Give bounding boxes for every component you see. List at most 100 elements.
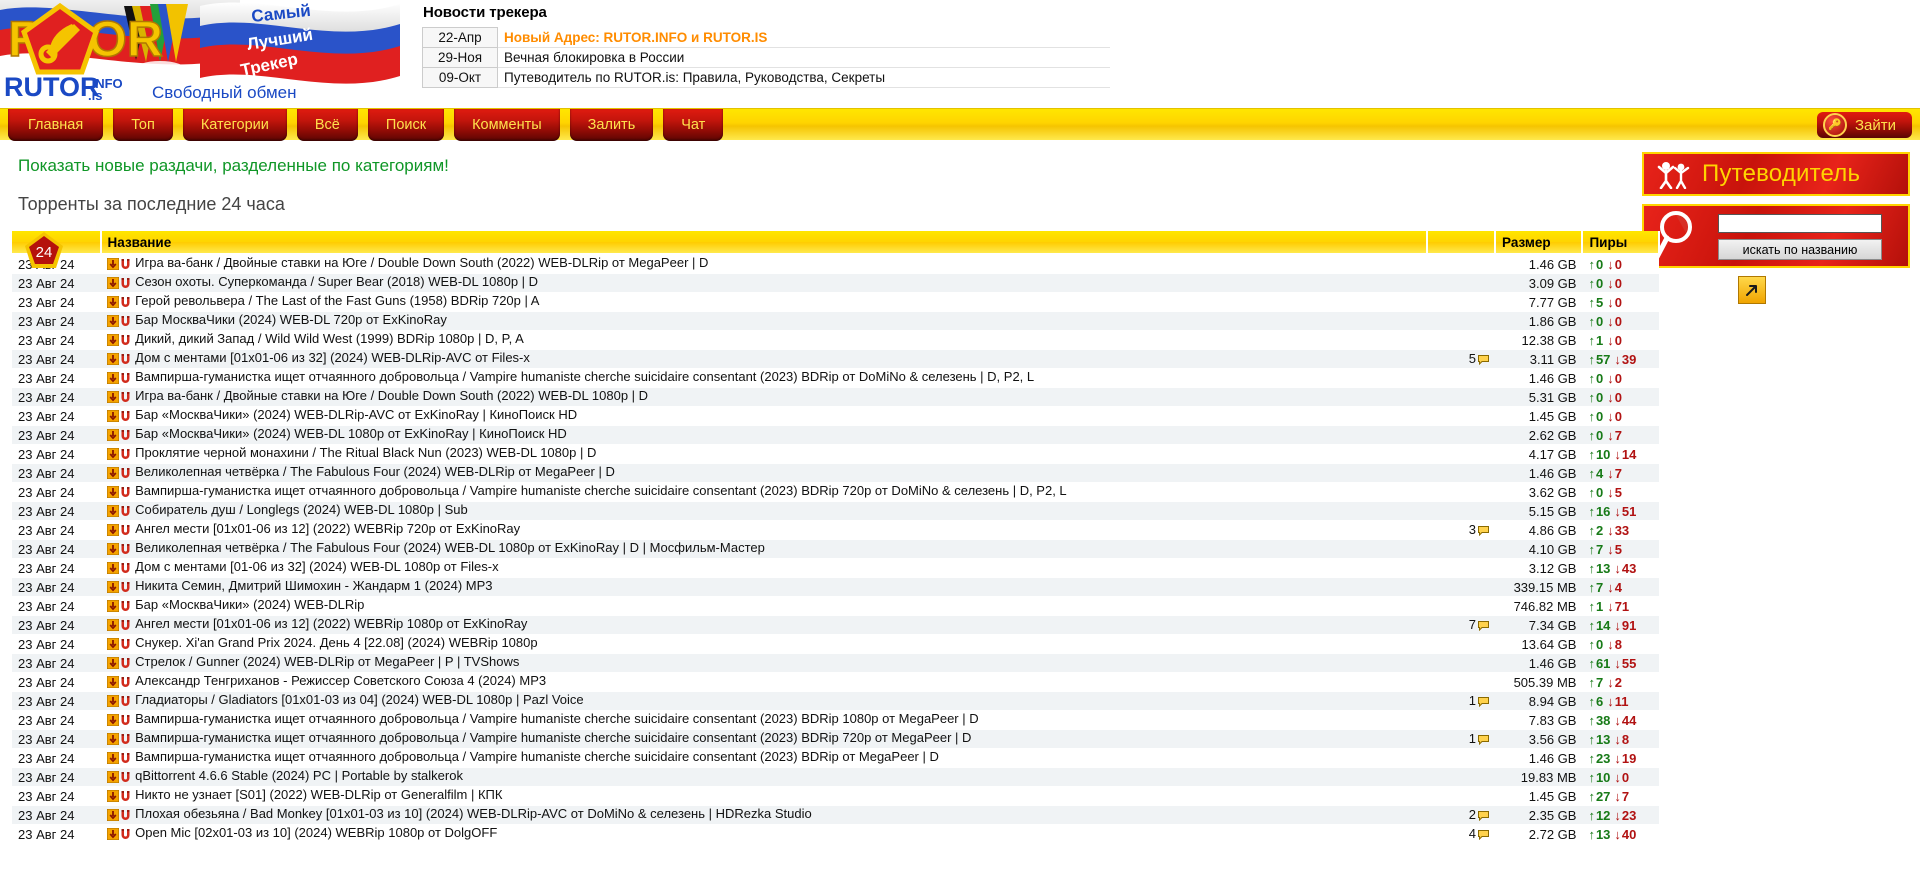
download-icon[interactable] <box>106 542 120 558</box>
row-comments[interactable] <box>1427 577 1496 597</box>
torrent-title-link[interactable]: Бар «МоскваЧики» (2024) WEB-DLRip <box>135 597 364 612</box>
torrent-title-link[interactable]: Ангел мести [01x01-06 из 12] (2022) WEBR… <box>135 616 527 631</box>
magnet-icon[interactable] <box>120 638 131 653</box>
torrent-title-link[interactable]: Вампирша-гуманистка ищет отчаянного добр… <box>135 711 978 726</box>
download-icon[interactable] <box>106 561 120 577</box>
magnet-icon[interactable] <box>120 372 131 387</box>
magnet-icon[interactable] <box>120 752 131 767</box>
download-icon[interactable] <box>106 428 120 444</box>
torrent-title-link[interactable]: Бар «МоскваЧики» (2024) WEB-DLRip-AVC от… <box>135 407 577 422</box>
magnet-icon[interactable] <box>120 657 131 672</box>
magnet-icon[interactable] <box>120 467 131 482</box>
magnet-icon[interactable] <box>120 448 131 463</box>
table-row[interactable]: 23 Авг 24 Бар «МоскваЧики» (2024) WEB-DL… <box>12 406 1659 426</box>
torrent-title-link[interactable]: Вампирша-гуманистка ищет отчаянного добр… <box>135 749 939 764</box>
download-icon[interactable] <box>106 504 120 520</box>
row-comments[interactable] <box>1427 767 1496 787</box>
table-row[interactable]: 23 Авг 24 Великолепная четвёрка / The Fa… <box>12 463 1659 483</box>
magnet-icon[interactable] <box>120 733 131 748</box>
row-comments[interactable]: 5 <box>1427 349 1496 369</box>
torrent-title-link[interactable]: qBittorrent 4.6.6 Stable (2024) PC | Por… <box>135 768 463 783</box>
download-icon[interactable] <box>106 827 120 843</box>
row-comments[interactable]: 4 <box>1427 824 1496 844</box>
magnet-icon[interactable] <box>120 771 131 786</box>
magnet-icon[interactable] <box>120 600 131 615</box>
show-by-categories-link[interactable]: Показать новые раздачи, разделенные по к… <box>18 156 449 176</box>
table-row[interactable]: 23 Авг 24 Снукер. Xi'an Grand Prix 2024.… <box>12 634 1659 654</box>
table-row[interactable]: 23 Авг 24 Ангел мести [01x01-06 из 12] (… <box>12 520 1659 540</box>
magnet-icon[interactable] <box>120 562 131 577</box>
torrent-title-link[interactable]: Никита Семин, Дмитрий Шимохин - Жандарм … <box>135 578 492 593</box>
row-comments[interactable] <box>1427 311 1496 331</box>
nav-item-home[interactable]: Главная <box>8 109 104 141</box>
download-icon[interactable] <box>106 751 120 767</box>
torrent-title-link[interactable]: Великолепная четвёрка / The Fabulous Fou… <box>135 540 765 555</box>
row-comments[interactable] <box>1427 501 1496 521</box>
row-comments[interactable] <box>1427 596 1496 616</box>
table-row[interactable]: 23 Авг 24 Игра ва-банк / Двойные ставки … <box>12 254 1659 274</box>
nav-item-upload[interactable]: Залить <box>569 109 654 141</box>
torrent-title-link[interactable]: Плохая обезьяна / Bad Monkey [01x01-03 и… <box>135 806 812 821</box>
magnet-icon[interactable] <box>120 391 131 406</box>
row-comments[interactable] <box>1427 254 1496 274</box>
torrent-title-link[interactable]: Вампирша-гуманистка ищет отчаянного добр… <box>135 483 1067 498</box>
table-row[interactable]: 23 Авг 24 Собиратель душ / Longlegs (202… <box>12 501 1659 521</box>
row-comments[interactable]: 1 <box>1427 691 1496 711</box>
nav-item-comments[interactable]: Комменты <box>454 109 560 141</box>
download-icon[interactable] <box>106 732 120 748</box>
table-row[interactable]: 23 Авг 24 Никто не узнает [S01] (2022) W… <box>12 786 1659 806</box>
torrent-title-link[interactable]: Собиратель душ / Longlegs (2024) WEB-DL … <box>135 502 468 517</box>
row-comments[interactable] <box>1427 368 1496 388</box>
magnet-icon[interactable] <box>120 315 131 330</box>
col-peers[interactable]: Пиры <box>1582 231 1660 255</box>
row-comments[interactable] <box>1427 653 1496 673</box>
magnet-icon[interactable] <box>120 714 131 729</box>
download-icon[interactable] <box>106 637 120 653</box>
table-row[interactable]: 23 Авг 24 Никита Семин, Дмитрий Шимохин … <box>12 577 1659 597</box>
magnet-icon[interactable] <box>120 296 131 311</box>
table-row[interactable]: 23 Авг 24 Вампирша-гуманистка ищет отчая… <box>12 710 1659 730</box>
magnet-icon[interactable] <box>120 258 131 273</box>
download-icon[interactable] <box>106 314 120 330</box>
table-row[interactable]: 23 Авг 24 Дом с ментами [01-06 из 32] (2… <box>12 558 1659 578</box>
download-icon[interactable] <box>106 257 120 273</box>
torrent-title-link[interactable]: Стрелок / Gunner (2024) WEB-DLRip от Meg… <box>135 654 519 669</box>
download-icon[interactable] <box>106 295 120 311</box>
magnet-icon[interactable] <box>120 429 131 444</box>
torrent-title-link[interactable]: Бар МоскваЧики (2024) WEB-DL 720p от ExK… <box>135 312 447 327</box>
table-row[interactable]: 23 Авг 24 Герой револьвера / The Last of… <box>12 292 1659 312</box>
row-comments[interactable]: 7 <box>1427 615 1496 635</box>
table-row[interactable]: 23 Авг 24 Дом с ментами [01x01-06 из 32]… <box>12 349 1659 369</box>
row-comments[interactable] <box>1427 672 1496 692</box>
table-row[interactable]: 23 Авг 24 Гладиаторы / Gladiators [01x01… <box>12 691 1659 711</box>
table-row[interactable]: 23 Авг 24 Стрелок / Gunner (2024) WEB-DL… <box>12 653 1659 673</box>
magnet-icon[interactable] <box>120 676 131 691</box>
row-comments[interactable] <box>1427 330 1496 350</box>
row-comments[interactable] <box>1427 406 1496 426</box>
magnet-icon[interactable] <box>120 790 131 805</box>
download-icon[interactable] <box>106 409 120 425</box>
table-row[interactable]: 23 Авг 24 Ангел мести [01x01-06 из 12] (… <box>12 615 1659 635</box>
magnet-icon[interactable] <box>120 619 131 634</box>
row-comments[interactable] <box>1427 634 1496 654</box>
row-comments[interactable] <box>1427 558 1496 578</box>
download-icon[interactable] <box>106 466 120 482</box>
row-comments[interactable] <box>1427 482 1496 502</box>
site-logo[interactable]: R OR RUTOR .INFO .is Свободный обмен Сам… <box>0 0 410 108</box>
magnet-icon[interactable] <box>120 524 131 539</box>
torrent-title-link[interactable]: Гладиаторы / Gladiators [01x01-03 из 04]… <box>135 692 584 707</box>
row-comments[interactable] <box>1427 387 1496 407</box>
table-row[interactable]: 23 Авг 24 Александр Тенгриханов - Режисс… <box>12 672 1659 692</box>
torrent-title-link[interactable]: Игра ва-банк / Двойные ставки на Юге / D… <box>135 255 708 270</box>
table-row[interactable]: 23 Авг 24 Вампирша-гуманистка ищет отчая… <box>12 748 1659 768</box>
table-row[interactable]: 23 Авг 24 Бар «МоскваЧики» (2024) WEB-DL… <box>12 596 1659 616</box>
news-link[interactable]: Путеводитель по RUTOR.is: Правила, Руков… <box>504 70 885 85</box>
news-link[interactable]: Вечная блокировка в России <box>504 50 684 65</box>
torrent-title-link[interactable]: Сезон охоты. Суперкоманда / Super Bear (… <box>135 274 538 289</box>
table-row[interactable]: 23 Авг 24 Вампирша-гуманистка ищет отчая… <box>12 368 1659 388</box>
download-icon[interactable] <box>106 713 120 729</box>
download-icon[interactable] <box>106 276 120 292</box>
row-comments[interactable] <box>1427 710 1496 730</box>
table-row[interactable]: 23 Авг 24 Плохая обезьяна / Bad Monkey [… <box>12 805 1659 825</box>
nav-item-chat[interactable]: Чат <box>663 109 724 141</box>
